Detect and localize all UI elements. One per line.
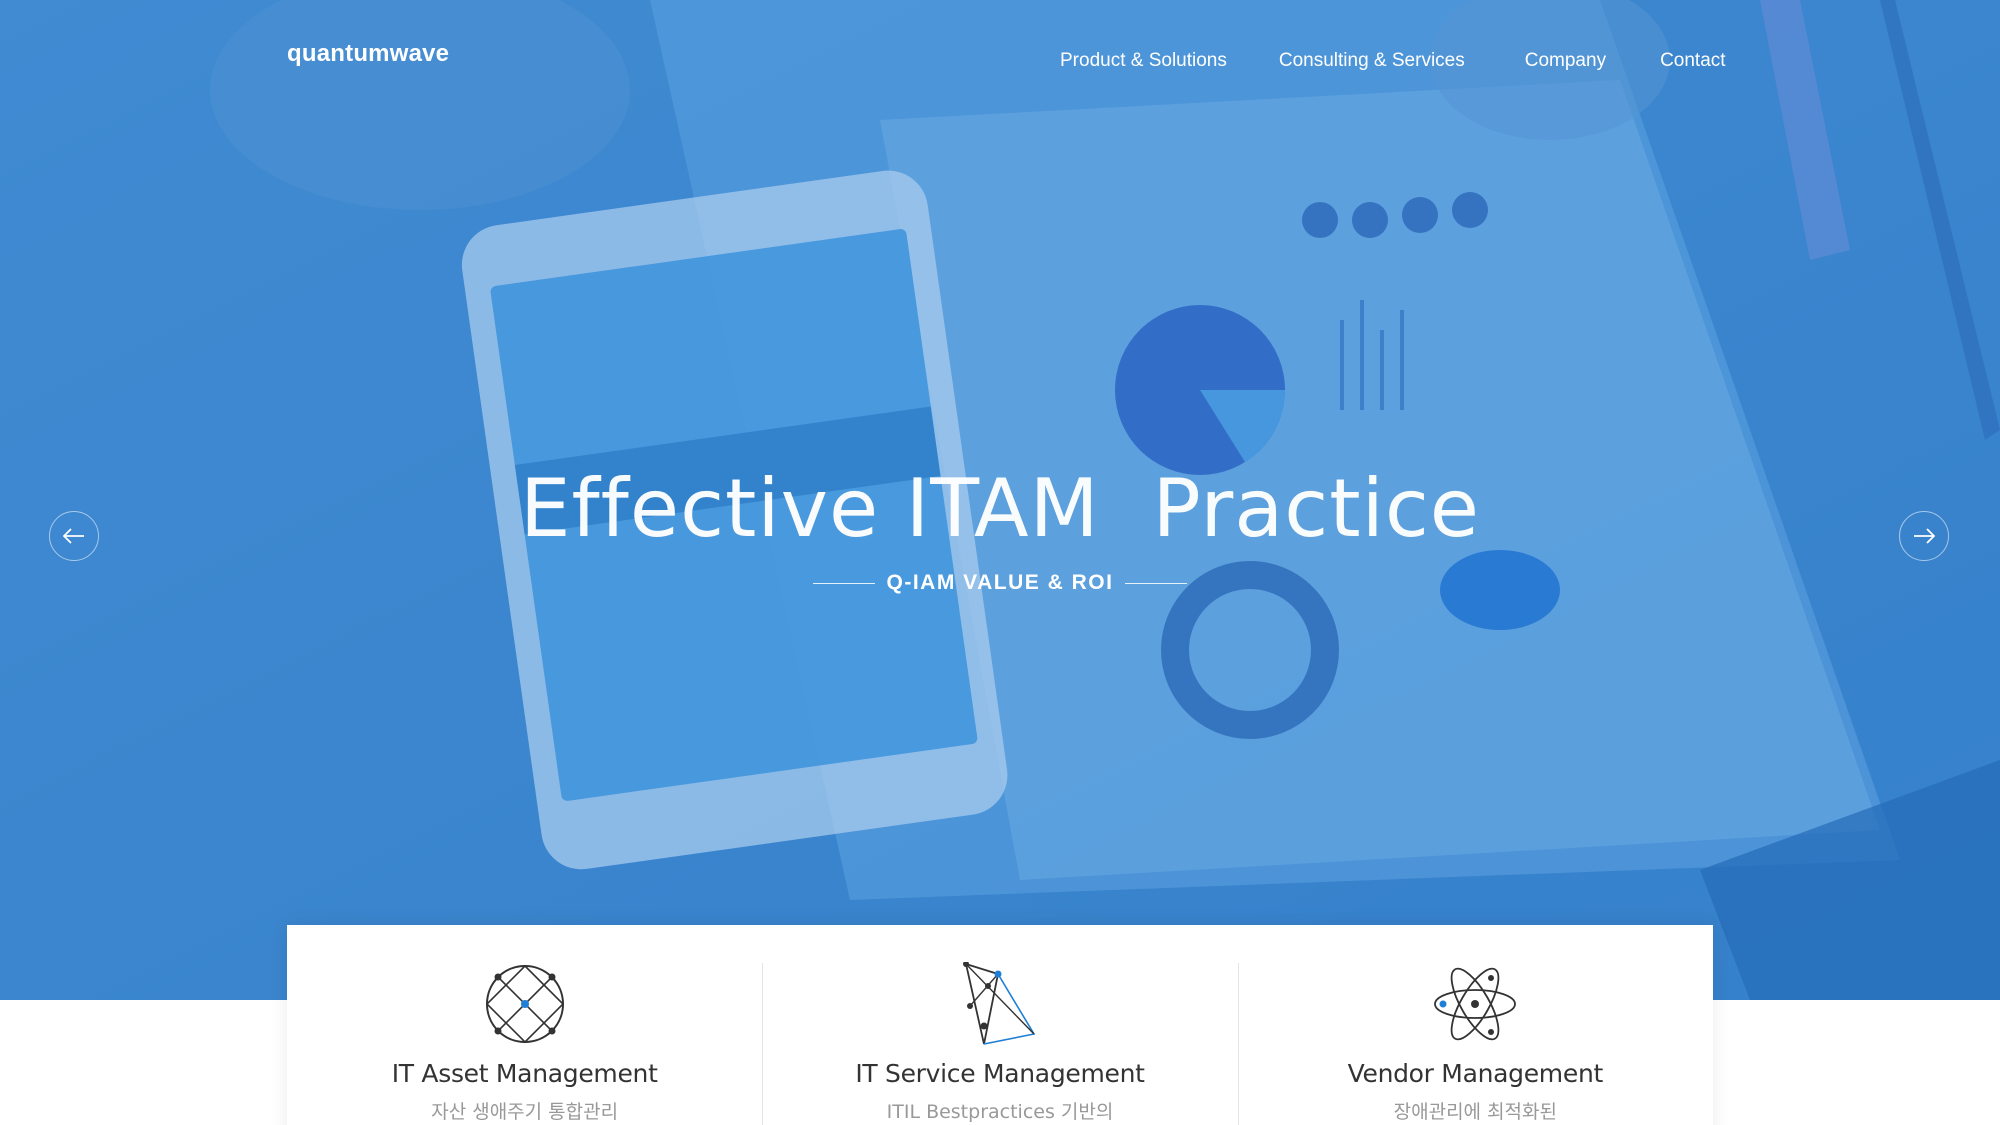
nav-consulting-services[interactable]: Consulting & Services [1279,50,1465,72]
nav-product-solutions[interactable]: Product & Solutions [1060,50,1227,72]
logo[interactable]: quantumwave [287,40,449,68]
subheadline-rule-left [812,582,875,584]
nav-company[interactable]: Company [1525,50,1606,72]
feature-title: Vendor Management [1347,1059,1604,1088]
feature-card: IT Asset Management 자산 생애주기 통합관리 IT Serv… [287,925,1713,1125]
hero-slider: quantumwave Product & Solutions Consulti… [0,0,2000,1000]
feature-subtitle: 장애관리에 최적화된 [1393,1101,1557,1123]
page: quantumwave Product & Solutions Consulti… [0,0,2000,1125]
nav-contact[interactable]: Contact [1660,50,1725,72]
main-nav: Product & Solutions Consulting & Service… [1060,50,1726,72]
feature-it-asset-management[interactable]: IT Asset Management 자산 생애주기 통합관리 [287,925,762,1125]
arrow-left-icon [63,528,84,544]
hero-subheadline: Q-IAM VALUE & ROI [886,571,1114,594]
feature-title: IT Service Management [855,1059,1145,1088]
subheadline-rule-right [1125,582,1188,584]
network-circle-icon [485,964,564,1044]
arrow-right-icon [1914,528,1935,544]
hero-headline: Effective ITAM Practice [519,462,1481,555]
feature-it-service-management[interactable]: IT Service Management ITIL Bestpractices… [762,925,1237,1125]
feature-subtitle: 자산 생애주기 통합관리 [431,1101,619,1123]
atom-orbit-icon [1434,967,1517,1041]
slider-prev-button[interactable] [49,511,99,561]
feature-title: IT Asset Management [391,1059,658,1088]
feature-vendor-management[interactable]: Vendor Management 장애관리에 최적화된 [1237,925,1713,1125]
feature-subtitle: ITIL Bestpractices 기반의 [886,1101,1114,1123]
hero-subheadline-row: Q-IAM VALUE & ROI [0,571,2000,595]
triangle-network-icon [962,962,1036,1045]
slider-next-button[interactable] [1899,511,1949,561]
